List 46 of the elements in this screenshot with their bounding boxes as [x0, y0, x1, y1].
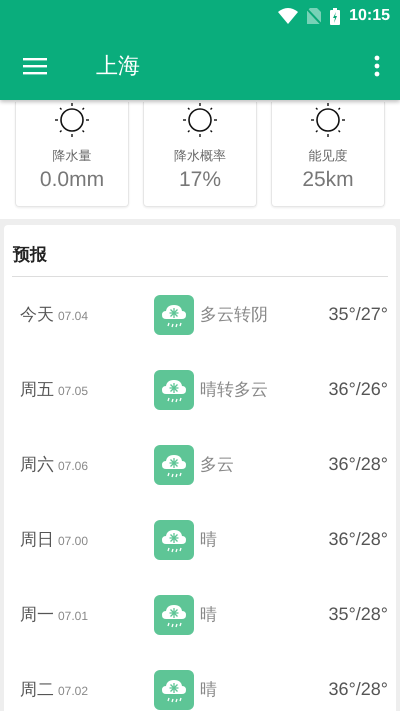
- snow-cloud-icon: [154, 444, 194, 484]
- stat-label: 能见度: [308, 148, 348, 165]
- date-label: 07.00: [58, 534, 88, 548]
- snow-cloud-icon: [154, 594, 194, 634]
- status-time: 10:15: [349, 7, 390, 25]
- snow-cloud-icon: [154, 294, 194, 334]
- day-label: 今天: [20, 304, 54, 326]
- condition-text: 晴: [200, 679, 218, 701]
- condition-text: 晴: [200, 604, 218, 626]
- more-icon[interactable]: [374, 55, 380, 77]
- city-title: 上海: [96, 53, 141, 81]
- temperature-text: 36°/26°: [328, 379, 388, 400]
- sun-icon: [54, 102, 90, 138]
- date-label: 07.05: [58, 384, 88, 398]
- date-label: 07.01: [58, 609, 88, 623]
- day-label: 周五: [20, 379, 54, 401]
- stat-value: 17%: [178, 168, 222, 192]
- stat-value: 0.0mm: [40, 168, 104, 192]
- wifi-icon: [278, 8, 298, 24]
- stat-value: 25km: [302, 168, 354, 192]
- no-sim-icon: [307, 8, 322, 24]
- stat-label: 降水概率: [174, 148, 226, 165]
- menu-icon[interactable]: [23, 57, 47, 75]
- day-label: 周一: [20, 604, 54, 626]
- temperature-text: 36°/28°: [328, 454, 388, 475]
- snow-cloud-icon: [154, 370, 194, 410]
- forecast-title: 预报: [12, 225, 388, 277]
- temperature-text: 36°/28°: [328, 679, 388, 700]
- sun-icon: [182, 102, 218, 138]
- sun-icon: [310, 102, 346, 138]
- date-label: 07.06: [58, 459, 88, 473]
- day-label: 周六: [20, 454, 54, 476]
- stat-label: 降水量: [52, 148, 92, 165]
- condition-text: 晴: [200, 529, 218, 551]
- temperature-text: 35°/28°: [328, 604, 388, 625]
- day-label: 周日: [20, 529, 54, 551]
- battery-icon: [330, 8, 340, 24]
- date-label: 07.02: [58, 684, 88, 698]
- day-label: 周二: [20, 679, 54, 701]
- condition-text: 多云转阴: [200, 304, 269, 326]
- date-label: 07.04: [58, 309, 88, 323]
- snow-cloud-icon: [154, 520, 194, 560]
- condition-text: 多云: [200, 454, 235, 476]
- temperature-text: 36°/28°: [328, 529, 388, 550]
- temperature-text: 35°/27°: [328, 304, 388, 325]
- condition-text: 晴转多云: [200, 379, 269, 401]
